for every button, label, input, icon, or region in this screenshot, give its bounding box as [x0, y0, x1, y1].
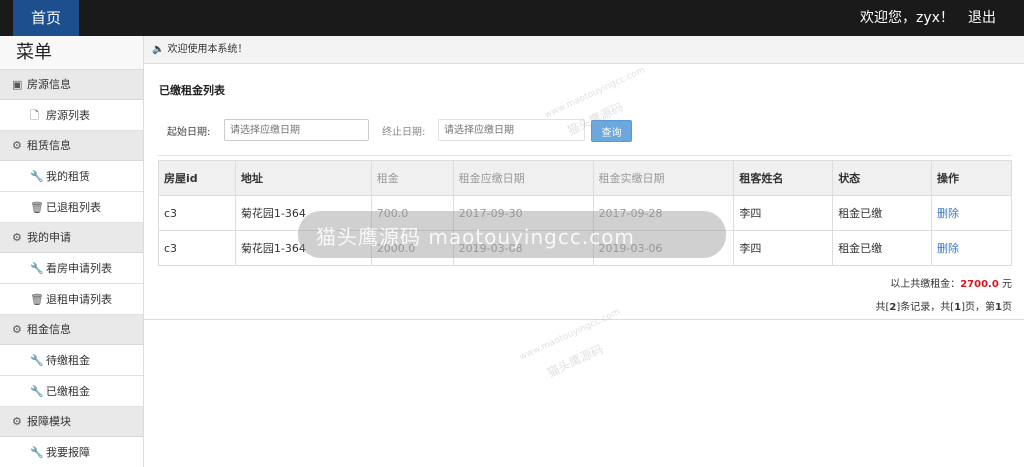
sidebar-item-house-list[interactable]: 🗋 房源列表	[0, 100, 143, 131]
page-title: 已缴租金列表	[159, 84, 225, 97]
table-header-row: 房屋id 地址 租金 租金应缴日期 租金实缴日期 租客姓名 状态 操作	[158, 160, 1012, 196]
cell-actions: 删除	[931, 230, 1012, 266]
notice-bar: 🔈 欢迎使用本系统！	[144, 36, 1024, 64]
watermark-banner: 猫头鹰源码 maotouyingcc.com	[298, 211, 726, 258]
trash-icon: 🗑	[30, 293, 44, 306]
end-date-input[interactable]	[438, 119, 585, 141]
item-label: 待缴租金	[46, 354, 90, 367]
gear-icon: ⚙	[12, 323, 22, 336]
gear-icon: ⚙	[12, 231, 22, 244]
watermark-banner-text: 猫头鹰源码 maotouyingcc.com	[316, 225, 635, 249]
total-unit: 元	[998, 279, 1012, 290]
col-header-due-date: 租金应缴日期	[452, 160, 594, 196]
sidebar-item-report-fault[interactable]: 🔧 我要报障	[0, 437, 143, 467]
sidebar-group-house-info[interactable]: ▣ 房源信息	[0, 70, 143, 100]
sidebar-item-termination-requests[interactable]: 🗑 退租申请列表	[0, 284, 143, 315]
item-label: 房源列表	[46, 109, 90, 122]
col-header-rent: 租金	[370, 160, 454, 196]
total-paid-summary: 以上共缴租金：2700.0 元	[890, 275, 1012, 290]
top-nav-bar: 首页 欢迎您，zyx！ 退出	[0, 0, 1024, 36]
menu-title: 菜单	[0, 36, 143, 70]
cell-status: 租金已缴	[832, 195, 933, 231]
sidebar-item-viewing-requests[interactable]: 🔧 看房申请列表	[0, 253, 143, 284]
sidebar-menu: 菜单 ▣ 房源信息 🗋 房源列表 ⚙ 租赁信息 🔧 我的租赁 🗑 已退租列表 ⚙ 我的申请 …	[0, 36, 144, 467]
logout-link[interactable]: 退出	[968, 0, 996, 36]
start-date-input[interactable]	[224, 119, 369, 141]
wrench-icon: 🔧	[30, 354, 44, 367]
group-label: 报障模块	[27, 415, 71, 428]
sidebar-item-ended-lease-list[interactable]: 🗑 已退租列表	[0, 192, 143, 223]
delete-link[interactable]: 删除	[937, 207, 959, 220]
group-label: 租金信息	[27, 323, 71, 336]
pager-text: ]页，第	[961, 302, 996, 313]
group-label: 租赁信息	[27, 139, 71, 152]
col-header-paid-date: 租金实缴日期	[592, 160, 735, 196]
total-label: 以上共缴租金：	[890, 279, 961, 290]
pager-text: 页	[1002, 302, 1012, 313]
delete-link[interactable]: 删除	[937, 242, 959, 255]
item-label: 已缴租金	[46, 385, 90, 398]
pager-text: ]条记录，共[	[896, 302, 955, 313]
end-date-label: 终止日期:	[382, 127, 426, 138]
col-header-status: 状态	[832, 160, 933, 196]
home-tab[interactable]: 首页	[13, 0, 79, 36]
sidebar-group-my-applications[interactable]: ⚙ 我的申请	[0, 223, 143, 253]
welcome-text: 欢迎您，zyx！	[860, 10, 954, 26]
sidebar-item-my-lease[interactable]: 🔧 我的租赁	[0, 161, 143, 192]
col-header-tenant-name: 租客姓名	[733, 160, 834, 196]
wrench-icon: 🔧	[30, 446, 44, 459]
sidebar-group-fault-report[interactable]: ⚙ 报障模块	[0, 407, 143, 437]
cell-house-id: c3	[158, 195, 236, 231]
start-date-label: 起始日期:	[167, 127, 211, 138]
cell-status: 租金已缴	[832, 230, 933, 266]
col-header-address: 地址	[234, 160, 372, 196]
sidebar-group-rent-info[interactable]: ⚙ 租金信息	[0, 315, 143, 345]
file-icon: 🗋	[30, 109, 39, 122]
group-label: 房源信息	[27, 78, 71, 91]
sidebar-item-rent-paid[interactable]: 🔧 已缴租金	[0, 376, 143, 407]
divider	[158, 155, 1012, 156]
list-box-icon: ▣	[12, 78, 23, 91]
wrench-icon: 🔧	[30, 385, 44, 398]
cell-actions: 删除	[931, 195, 1012, 231]
speaker-icon: 🔈	[152, 44, 165, 55]
notice-text: 欢迎使用本系统！	[167, 44, 248, 55]
item-label: 已退租列表	[46, 201, 101, 214]
group-label: 我的申请	[27, 231, 71, 244]
item-label: 看房申请列表	[46, 262, 112, 275]
item-label: 我要报障	[46, 446, 90, 459]
cell-house-id: c3	[158, 230, 236, 266]
gear-icon: ⚙	[12, 415, 22, 428]
item-label: 我的租赁	[46, 170, 90, 183]
item-label: 退租申请列表	[46, 293, 112, 306]
gear-icon: ⚙	[12, 139, 22, 152]
sidebar-item-rent-due[interactable]: 🔧 待缴租金	[0, 345, 143, 376]
pagination-info: 共[2]条记录，共[1]页，第1页	[875, 298, 1012, 313]
sidebar-group-lease-info[interactable]: ⚙ 租赁信息	[0, 131, 143, 161]
pager-text: 共[	[875, 302, 890, 313]
trash-icon: 🗑	[30, 201, 44, 214]
wrench-icon: 🔧	[30, 170, 44, 183]
cell-tenant-name: 李四	[733, 195, 834, 231]
total-amount: 2700.0	[960, 279, 999, 290]
col-header-house-id: 房屋id	[158, 160, 236, 196]
col-header-actions: 操作	[931, 160, 1012, 196]
pager-current-page: 1	[995, 302, 1002, 313]
wrench-icon: 🔧	[30, 262, 44, 275]
cell-tenant-name: 李四	[733, 230, 834, 266]
